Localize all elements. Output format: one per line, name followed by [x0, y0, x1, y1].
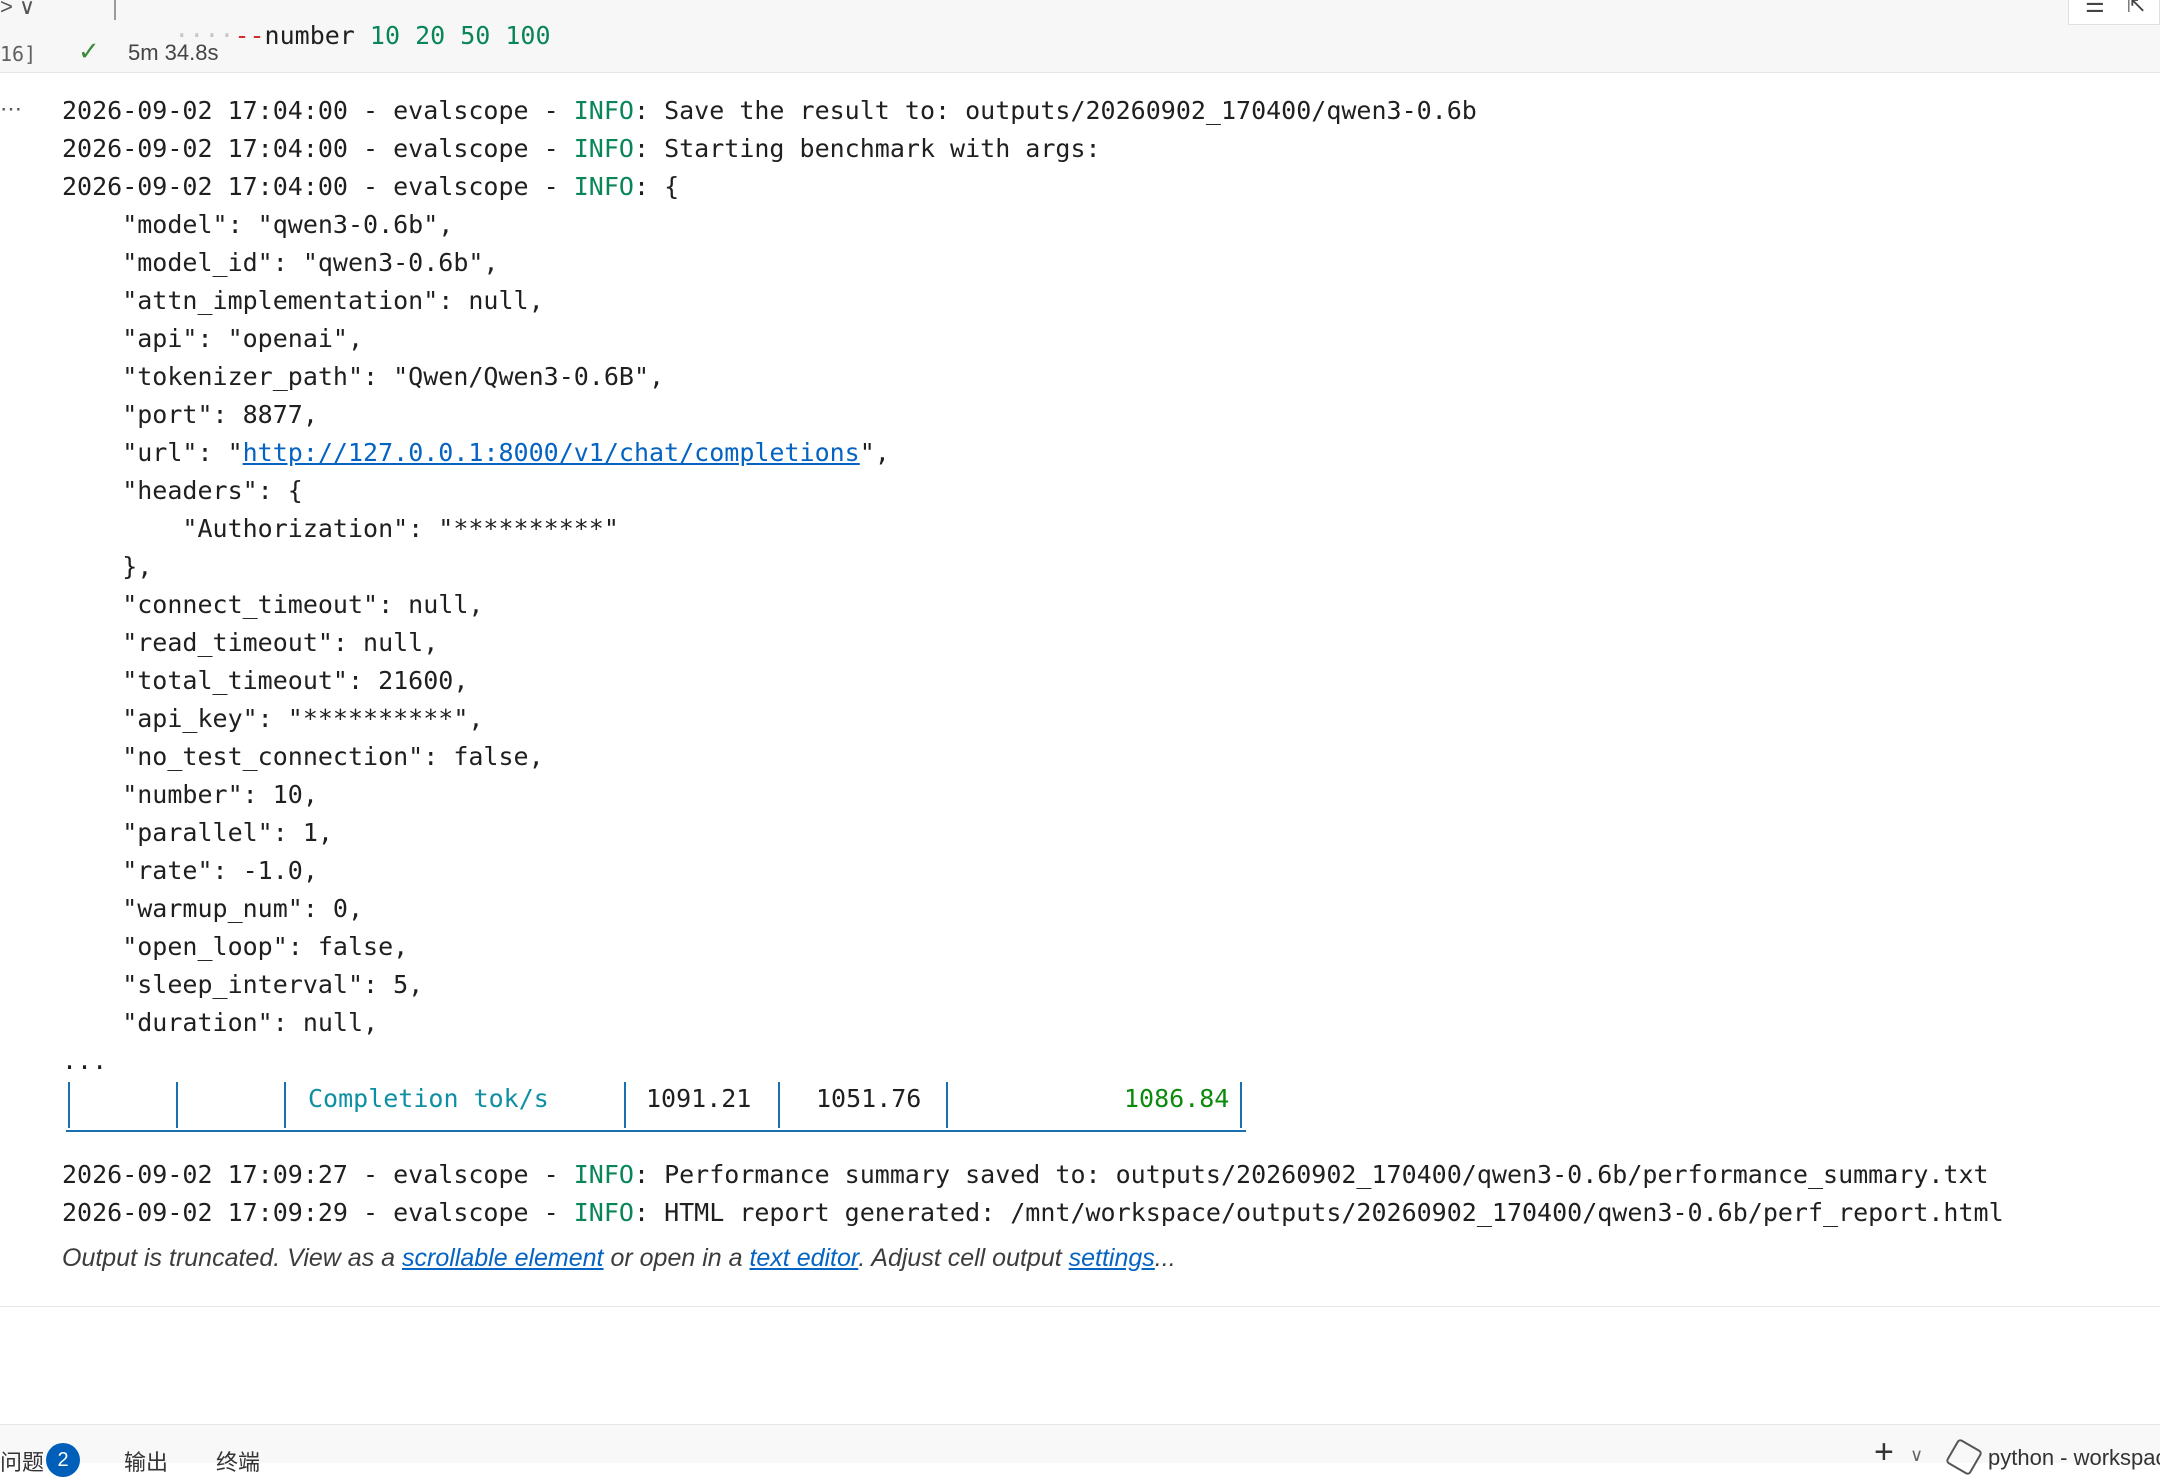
- table-cell: 1086.84: [1124, 1084, 1230, 1113]
- kernel-cube-icon: [1944, 1437, 1984, 1477]
- table-cell: 1091.21: [646, 1084, 752, 1113]
- arg-line: "open_loop": false,: [62, 932, 409, 961]
- list-icon[interactable]: ☰: [2085, 0, 2105, 18]
- terminal-profile-label[interactable]: python - workspace: [1988, 1445, 2160, 1471]
- arg-line: "total_timeout": 21600,: [62, 666, 469, 695]
- bottom-panel-bar: 问题 2 输出 终端 + ∨ python - workspace: [0, 1424, 2160, 1477]
- summary-table-row: Completion tok/s 1091.21 1051.76 1086.84: [62, 1080, 1246, 1134]
- open-external-icon[interactable]: ⇱: [2127, 0, 2145, 18]
- add-terminal-icon[interactable]: +: [1874, 1433, 1894, 1472]
- table-metric: Completion tok/s: [308, 1084, 549, 1113]
- table-border: [176, 1082, 178, 1128]
- output-ellipsis: ...: [62, 1046, 108, 1075]
- execution-count: 16]: [0, 42, 37, 66]
- table-border: [1240, 1082, 1242, 1128]
- arg-line: "warmup_num": 0,: [62, 894, 364, 923]
- log-line: 2026-09-02 17:04:00 - evalscope - INFO: …: [62, 134, 1101, 163]
- arg-line: "model": "qwen3-0.6b",: [62, 210, 454, 239]
- arg-line: "no_test_connection": false,: [62, 742, 544, 771]
- log-line: 2026-09-02 17:04:00 - evalscope - INFO: …: [62, 172, 680, 201]
- arg-line: "attn_implementation": null,: [62, 286, 544, 315]
- settings-link[interactable]: settings: [1069, 1244, 1155, 1272]
- log-line: 2026-09-02 17:09:27 - evalscope - INFO: …: [62, 1160, 1989, 1189]
- cell-collapse-chevron-icon[interactable]: > ∨: [0, 0, 35, 20]
- code-flag: number: [264, 21, 355, 50]
- problems-count-badge: 2: [46, 1443, 80, 1477]
- arg-line: },: [62, 552, 153, 581]
- arg-line: "model_id": "qwen3-0.6b",: [62, 248, 499, 277]
- cell-toolbar: ☰ ⇱: [2068, 0, 2160, 25]
- execution-duration: 5m 34.8s: [128, 40, 219, 65]
- table-border: [284, 1082, 286, 1128]
- table-border: [68, 1082, 70, 1128]
- code-values: 10 20 50 100: [369, 21, 551, 50]
- log-line: 2026-09-02 17:09:29 - evalscope - INFO: …: [62, 1198, 2004, 1227]
- table-border: [946, 1082, 948, 1128]
- truncation-notice: Output is truncated. View as a scrollabl…: [62, 1244, 1176, 1272]
- arg-line: "headers": {: [62, 476, 303, 505]
- success-check-icon: ✓: [78, 36, 100, 66]
- output-more-icon[interactable]: ⋯: [0, 96, 22, 122]
- code-flag-dashes: --: [234, 21, 265, 50]
- arg-line: "tokenizer_path": "Qwen/Qwen3-0.6B",: [62, 362, 665, 391]
- arg-line: "read_timeout": null,: [62, 628, 439, 657]
- log-line: 2026-09-02 17:04:00 - evalscope - INFO: …: [62, 96, 1477, 125]
- url-link[interactable]: http://127.0.0.1:8000/v1/chat/completion…: [243, 438, 860, 467]
- scrollable-element-link[interactable]: scrollable element: [402, 1244, 604, 1272]
- arg-line: "parallel": 1,: [62, 818, 333, 847]
- arg-line: "rate": -1.0,: [62, 856, 318, 885]
- tab-terminal[interactable]: 终端: [216, 1445, 260, 1477]
- arg-line: "duration": null,: [62, 1008, 379, 1037]
- text-editor-link[interactable]: text editor: [749, 1244, 858, 1272]
- arg-line-url: "url": "http://127.0.0.1:8000/v1/chat/co…: [62, 438, 890, 467]
- table-border: [624, 1082, 626, 1128]
- table-border: [778, 1082, 780, 1128]
- arg-line: "api": "openai",: [62, 324, 364, 353]
- arg-line: "sleep_interval": 5,: [62, 970, 424, 999]
- code-cell[interactable]: > ∨ 16] ····--number 10 20 50 100 ✓ 5m 3…: [0, 0, 2160, 73]
- tab-output[interactable]: 输出: [124, 1445, 168, 1477]
- tab-problems[interactable]: 问题: [0, 1445, 44, 1477]
- arg-line: "Authorization": "**********": [62, 514, 619, 543]
- chevron-down-icon[interactable]: ∨: [1910, 1445, 1923, 1466]
- table-bottom-border: [66, 1130, 1246, 1132]
- arg-line: "api_key": "**********",: [62, 704, 484, 733]
- arg-line: "connect_timeout": null,: [62, 590, 484, 619]
- arg-line: "port": 8877,: [62, 400, 318, 429]
- cell-separator: [0, 1306, 2160, 1307]
- table-cell: 1051.76: [816, 1084, 922, 1113]
- arg-line: "number": 10,: [62, 780, 318, 809]
